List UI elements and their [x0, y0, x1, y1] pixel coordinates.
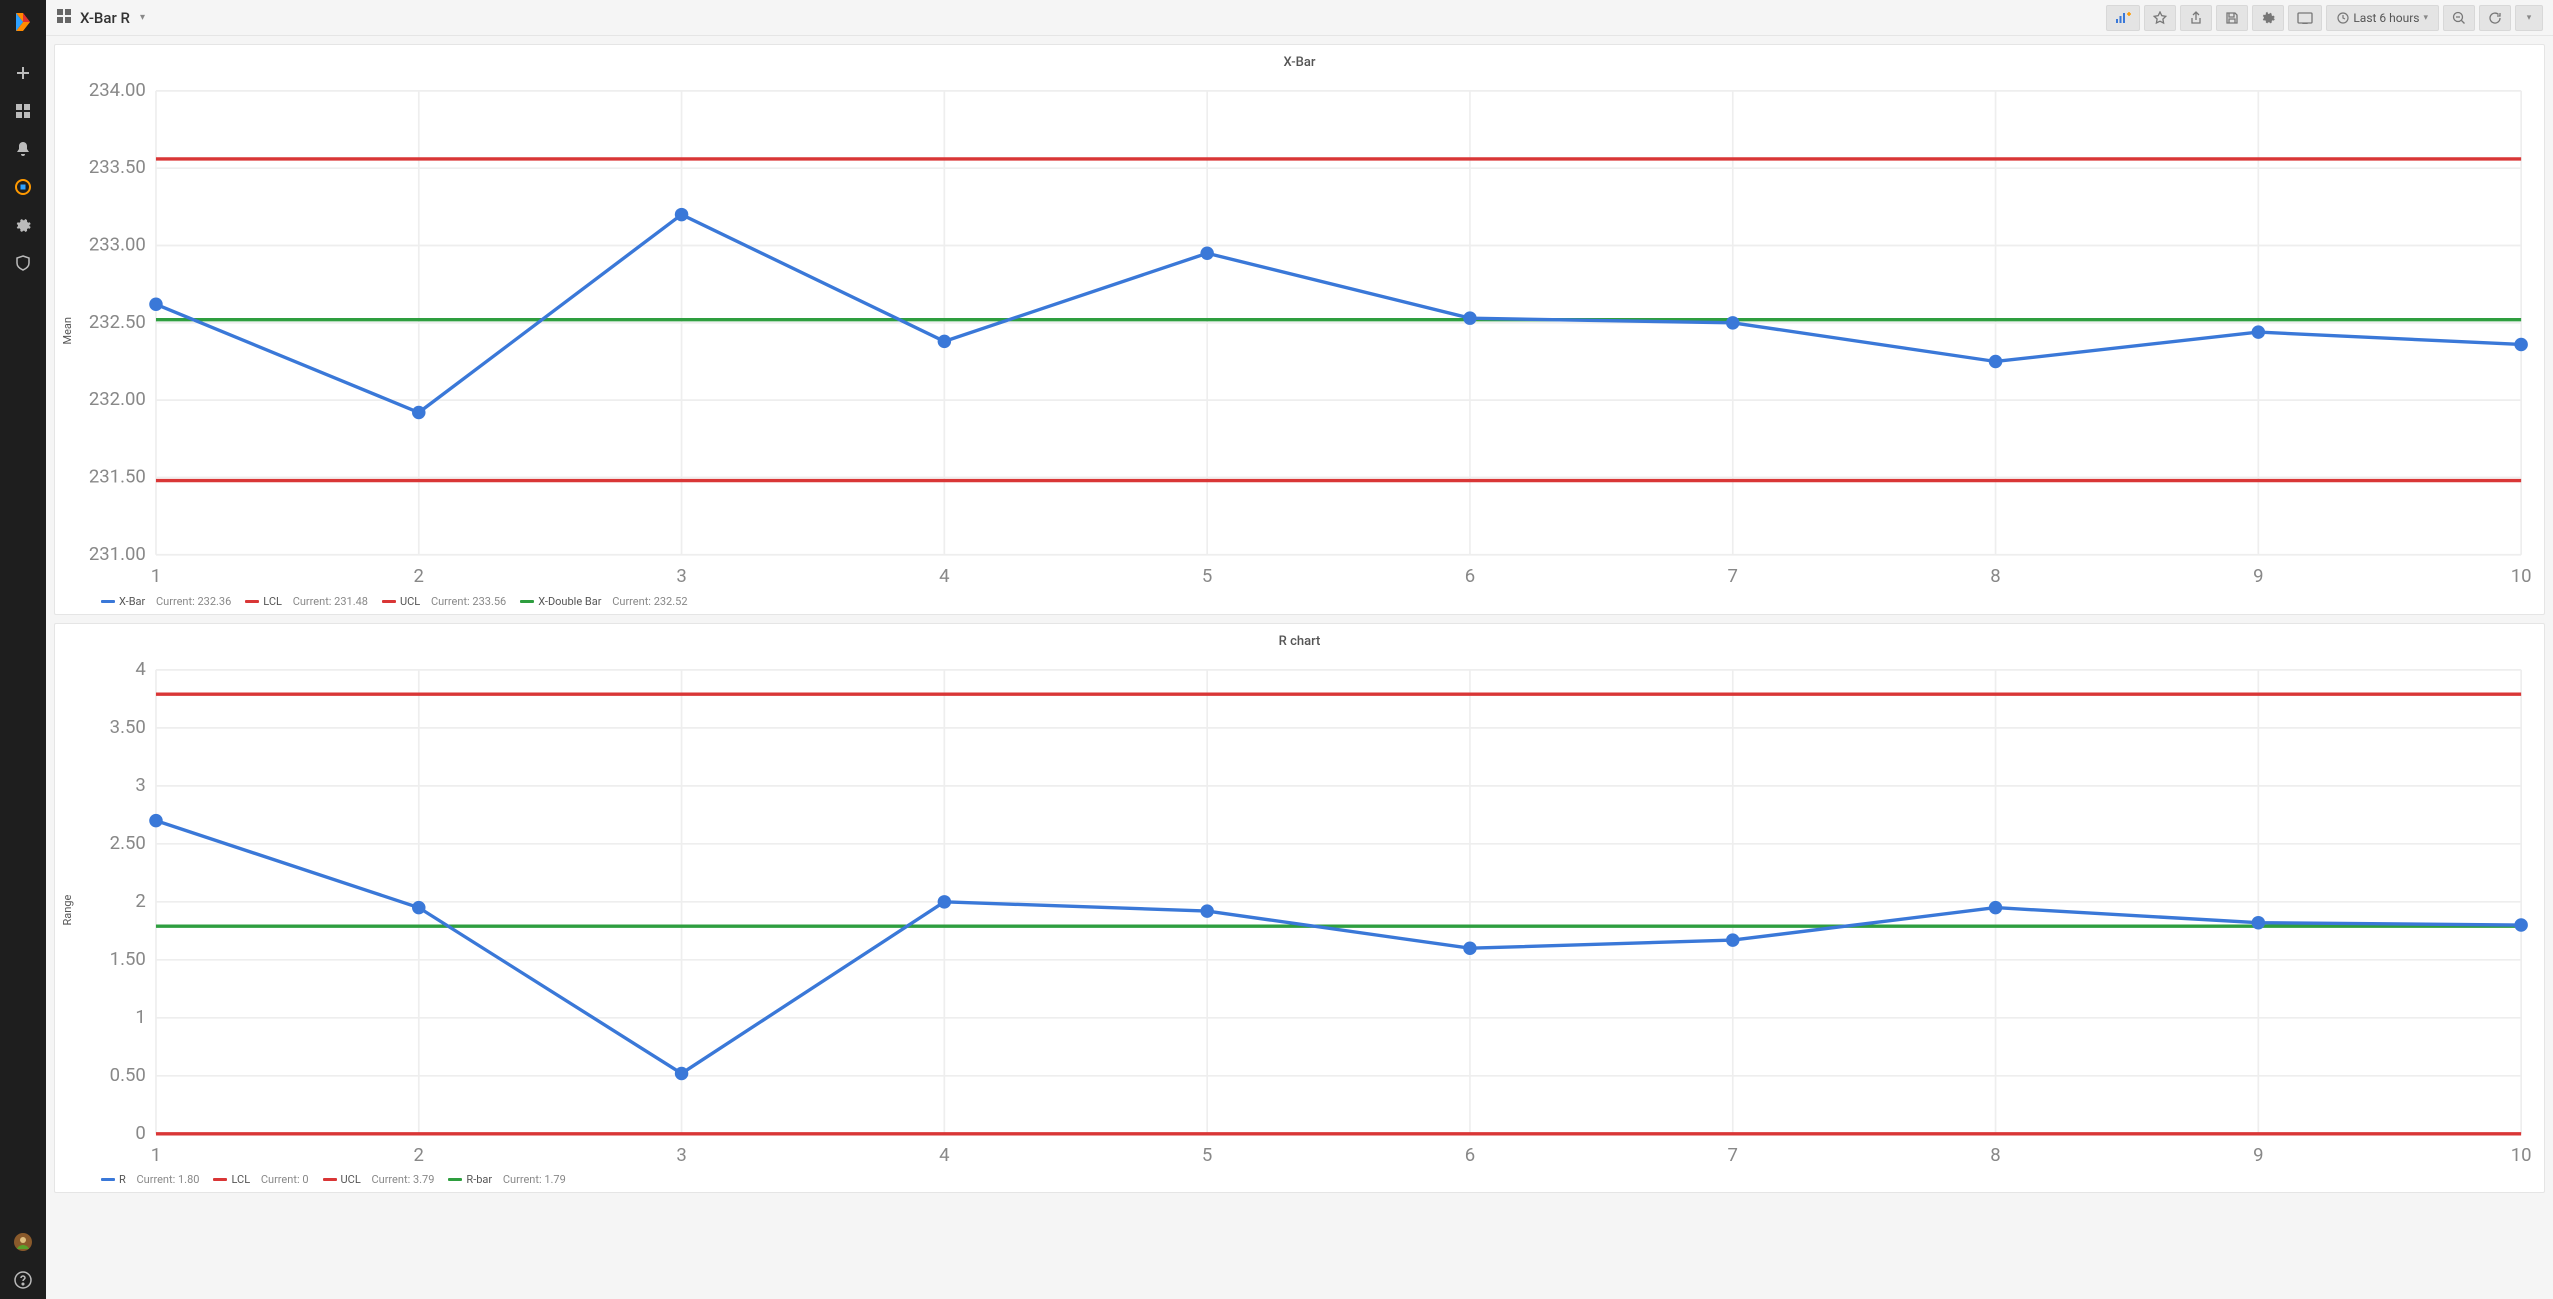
rchart-legend: R Current: 1.80 LCL Current: 0 UCL Current… — [61, 1167, 2538, 1188]
svg-text:10: 10 — [2511, 565, 2532, 587]
time-range-label: Last 6 hours — [2353, 11, 2419, 25]
svg-text:233.50: 233.50 — [89, 156, 146, 178]
configuration-icon[interactable] — [0, 208, 46, 242]
rchart-panel: R chart Range 0 0.50 1 1.50 2 2.50 3 3.50 4 1 2 3 4 5… — [54, 623, 2545, 1194]
svg-text:10: 10 — [2511, 1143, 2532, 1165]
dashboards-icon[interactable] — [0, 94, 46, 128]
xbar-panel: X-Bar Mean 231.00 231.50 232.00 232.50 233.0… — [54, 44, 2545, 615]
panel-title: X-Bar — [61, 51, 2538, 74]
help-icon[interactable] — [0, 1263, 46, 1297]
settings-button[interactable] — [2252, 5, 2284, 31]
legend-item[interactable]: UCL Current: 3.79 — [323, 1173, 435, 1186]
svg-text:0: 0 — [135, 1121, 145, 1143]
refresh-button[interactable] — [2479, 5, 2511, 31]
svg-text:1.50: 1.50 — [110, 947, 146, 969]
svg-text:7: 7 — [1728, 565, 1738, 587]
refresh-interval-button[interactable]: ▾ — [2515, 5, 2543, 31]
dashboard-title[interactable]: X-Bar R — [80, 9, 130, 27]
legend-item[interactable]: R-bar Current: 1.79 — [448, 1173, 565, 1186]
svg-text:4: 4 — [939, 1143, 949, 1165]
share-button[interactable] — [2180, 5, 2212, 31]
y-axis-label: Mean — [61, 74, 75, 589]
svg-text:5: 5 — [1202, 565, 1212, 587]
topbar: X-Bar R ▾ Last 6 hours ▾ ▾ — [46, 0, 2553, 36]
svg-text:3.50: 3.50 — [110, 715, 146, 737]
svg-text:232.50: 232.50 — [89, 311, 146, 333]
svg-text:233.00: 233.00 — [89, 234, 146, 256]
svg-text:2: 2 — [135, 889, 145, 911]
dashboard-grid-icon — [56, 8, 72, 28]
svg-text:2.50: 2.50 — [110, 831, 146, 853]
svg-text:8: 8 — [1990, 1143, 2000, 1165]
svg-text:7: 7 — [1728, 1143, 1738, 1165]
y-axis-label: Range — [61, 653, 75, 1168]
app-logo[interactable] — [9, 8, 37, 36]
legend-item[interactable]: UCL Current: 233.56 — [382, 595, 506, 608]
legend-item[interactable]: LCL Current: 0 — [213, 1173, 308, 1186]
svg-text:3: 3 — [676, 565, 686, 587]
svg-text:8: 8 — [1990, 565, 2000, 587]
svg-text:3: 3 — [676, 1143, 686, 1165]
svg-text:2: 2 — [414, 1143, 424, 1165]
svg-text:231.50: 231.50 — [89, 466, 146, 488]
svg-text:232.00: 232.00 — [89, 388, 146, 410]
main-content: X-Bar R ▾ Last 6 hours ▾ ▾ — [46, 0, 2553, 1299]
explore-icon[interactable] — [0, 170, 46, 204]
svg-text:1: 1 — [151, 1143, 161, 1165]
legend-item[interactable]: X-Double Bar Current: 232.52 — [520, 595, 687, 608]
svg-text:4: 4 — [939, 565, 949, 587]
sidebar — [0, 0, 46, 1299]
add-panel-button[interactable] — [2106, 5, 2140, 31]
cycle-view-button[interactable] — [2288, 5, 2322, 31]
shield-icon[interactable] — [0, 246, 46, 280]
svg-text:6: 6 — [1465, 565, 1475, 587]
xbar-plot[interactable]: 231.00 231.50 232.00 232.50 233.00 233.50 234.… — [75, 74, 2538, 589]
svg-text:3: 3 — [135, 773, 145, 795]
zoom-out-button[interactable] — [2443, 5, 2475, 31]
panel-title: R chart — [61, 630, 2538, 653]
svg-text:0.50: 0.50 — [110, 1063, 146, 1085]
legend-item[interactable]: LCL Current: 231.48 — [245, 595, 368, 608]
svg-text:231.00: 231.00 — [89, 543, 146, 565]
avatar[interactable] — [0, 1225, 46, 1259]
alert-icon[interactable] — [0, 132, 46, 166]
legend-item[interactable]: X-Bar Current: 232.36 — [101, 595, 231, 608]
time-range-button[interactable]: Last 6 hours ▾ — [2326, 5, 2439, 31]
add-icon[interactable] — [0, 56, 46, 90]
svg-text:9: 9 — [2253, 1143, 2263, 1165]
svg-text:9: 9 — [2253, 565, 2263, 587]
legend-item[interactable]: R Current: 1.80 — [101, 1173, 199, 1186]
svg-text:1: 1 — [135, 1005, 145, 1027]
svg-text:234.00: 234.00 — [89, 79, 146, 101]
save-button[interactable] — [2216, 5, 2248, 31]
svg-text:6: 6 — [1465, 1143, 1475, 1165]
star-button[interactable] — [2144, 5, 2176, 31]
svg-text:2: 2 — [414, 565, 424, 587]
chevron-down-icon[interactable]: ▾ — [140, 12, 145, 23]
xbar-legend: X-Bar Current: 232.36 LCL Current: 231.48… — [61, 589, 2538, 610]
rchart-plot[interactable]: 0 0.50 1 1.50 2 2.50 3 3.50 4 1 2 3 4 5 6 7 8 9 10 — [75, 653, 2538, 1168]
svg-text:4: 4 — [135, 657, 145, 679]
svg-text:5: 5 — [1202, 1143, 1212, 1165]
svg-text:1: 1 — [151, 565, 161, 587]
